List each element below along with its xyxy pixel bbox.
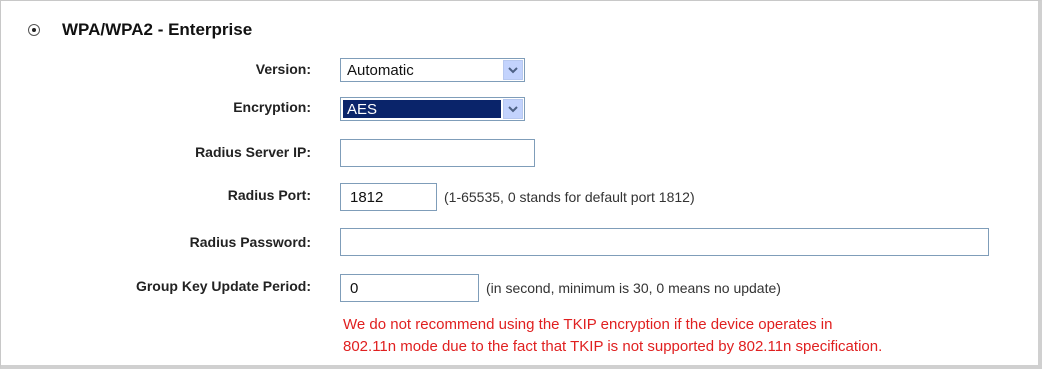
chevron-down-icon[interactable] xyxy=(503,60,523,80)
group-key-update-period-input[interactable]: 0 xyxy=(340,274,479,302)
encryption-select-value: AES xyxy=(342,99,502,119)
encryption-label: Encryption: xyxy=(233,99,311,115)
version-select[interactable]: Automatic xyxy=(340,58,525,82)
section-title: WPA/WPA2 - Enterprise xyxy=(62,20,253,39)
tkip-warning-line-1: We do not recommend using the TKIP encry… xyxy=(343,316,833,333)
encryption-select[interactable]: AES xyxy=(340,97,525,121)
security-option-wpa-enterprise[interactable]: WPA/WPA2 - Enterprise xyxy=(28,18,252,42)
group-key-update-period-label: Group Key Update Period: xyxy=(135,278,311,294)
radius-port-hint: (1-65535, 0 stands for default port 1812… xyxy=(444,189,695,205)
chevron-down-icon[interactable] xyxy=(503,99,523,119)
radius-password-label: Radius Password: xyxy=(189,234,311,250)
tkip-warning-line-2: 802.11n mode due to the fact that TKIP i… xyxy=(343,338,883,355)
version-label: Version: xyxy=(255,61,311,77)
radius-password-input[interactable] xyxy=(340,228,989,256)
radius-server-ip-label: Radius Server IP: xyxy=(195,144,311,160)
radius-server-ip-input[interactable] xyxy=(340,139,535,167)
group-key-update-period-hint: (in second, minimum is 30, 0 means no up… xyxy=(486,280,781,296)
version-select-value: Automatic xyxy=(347,61,414,79)
radius-port-label: Radius Port: xyxy=(227,187,311,203)
radius-port-input[interactable]: 1812 xyxy=(340,183,437,211)
radio-button-selected-icon[interactable] xyxy=(28,24,40,36)
